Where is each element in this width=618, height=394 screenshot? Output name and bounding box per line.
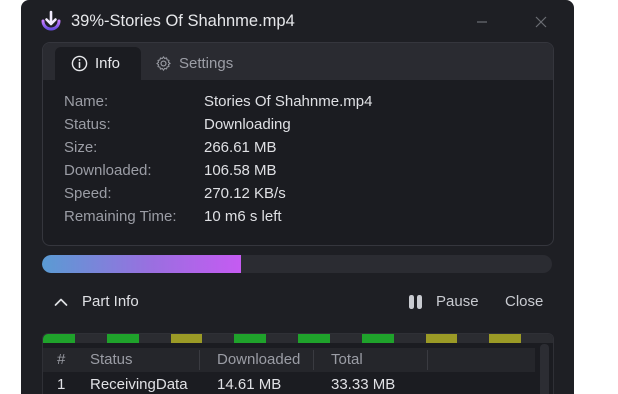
table-row[interactable]: 1 ReceivingData 14.61 MB 33.33 MB xyxy=(43,373,535,394)
part-segment xyxy=(489,334,522,343)
info-label: Speed: xyxy=(64,185,112,202)
pause-button[interactable]: Pause xyxy=(408,293,479,310)
column-divider xyxy=(313,350,314,370)
cell-downloaded: 14.61 MB xyxy=(217,376,282,393)
part-segment xyxy=(329,334,362,343)
part-info-label: Part Info xyxy=(82,293,139,310)
part-segment xyxy=(234,334,267,343)
chevron-up-icon xyxy=(54,298,68,306)
window-title: 39%-Stories Of Shahnme.mp4 xyxy=(71,12,295,30)
part-segment xyxy=(170,334,203,343)
close-button[interactable]: Close xyxy=(505,293,543,310)
part-segment xyxy=(138,334,171,343)
pause-label: Pause xyxy=(436,293,479,310)
info-value: 270.12 KB/s xyxy=(204,185,286,202)
column-header-index[interactable]: # xyxy=(57,351,65,368)
info-value: 10 m6 s left xyxy=(204,208,282,225)
minimize-icon xyxy=(477,21,487,23)
part-info-toggle[interactable]: Part Info xyxy=(54,293,139,310)
part-segment xyxy=(202,334,235,343)
tab-settings-label: Settings xyxy=(179,55,234,72)
progress-fill xyxy=(42,255,241,273)
info-label: Downloaded: xyxy=(64,162,152,179)
tab-info[interactable]: Info xyxy=(55,47,141,80)
tab-settings[interactable]: Settings xyxy=(151,47,233,80)
part-segment xyxy=(393,334,426,343)
column-divider xyxy=(199,350,200,370)
column-divider xyxy=(427,350,428,370)
part-table: # Status Downloaded Total 1 ReceivingDat… xyxy=(42,333,554,394)
part-segment xyxy=(266,334,298,343)
info-value: 106.58 MB xyxy=(204,162,277,179)
info-label: Status: xyxy=(64,116,111,133)
info-value: Downloading xyxy=(204,116,291,133)
close-icon xyxy=(535,16,547,28)
part-info-bar: Part Info Pause Close xyxy=(21,290,574,318)
column-header-total[interactable]: Total xyxy=(331,351,363,368)
close-window-button[interactable] xyxy=(530,11,552,33)
download-progress-bar xyxy=(42,255,552,273)
part-segment xyxy=(298,334,330,343)
info-card: Info Settings Name: Stories Of Shahnme.m… xyxy=(42,42,554,246)
download-window: 39%-Stories Of Shahnme.mp4 Info Settings… xyxy=(21,0,574,394)
info-label: Size: xyxy=(64,139,98,156)
part-segment xyxy=(457,334,490,343)
part-segment xyxy=(106,334,139,343)
vertical-scrollbar[interactable] xyxy=(540,344,549,394)
part-segment xyxy=(43,334,75,343)
info-label: Remaining Time: xyxy=(64,208,177,225)
app-download-icon xyxy=(41,10,61,31)
part-segment xyxy=(74,334,107,343)
cell-status: ReceivingData xyxy=(90,376,188,393)
tab-bar: Info Settings xyxy=(43,43,553,80)
info-label: Name: xyxy=(64,93,109,110)
tab-info-label: Info xyxy=(95,55,121,72)
part-segments-bar xyxy=(43,334,553,343)
part-segment xyxy=(361,334,394,343)
info-icon xyxy=(71,55,88,72)
table-header: # Status Downloaded Total xyxy=(43,348,535,372)
gear-icon xyxy=(156,56,171,71)
part-segment xyxy=(425,334,458,343)
info-value: 266.61 MB xyxy=(204,139,277,156)
part-segment xyxy=(521,334,553,343)
cell-index: 1 xyxy=(57,376,66,393)
minimize-button[interactable] xyxy=(471,11,493,33)
info-value: Stories Of Shahnme.mp4 xyxy=(204,93,373,110)
pause-icon xyxy=(409,294,422,309)
column-header-downloaded[interactable]: Downloaded xyxy=(217,351,300,368)
column-header-status[interactable]: Status xyxy=(90,351,133,368)
cell-total: 33.33 MB xyxy=(331,376,396,393)
title-bar[interactable]: 39%-Stories Of Shahnme.mp4 xyxy=(21,0,574,44)
